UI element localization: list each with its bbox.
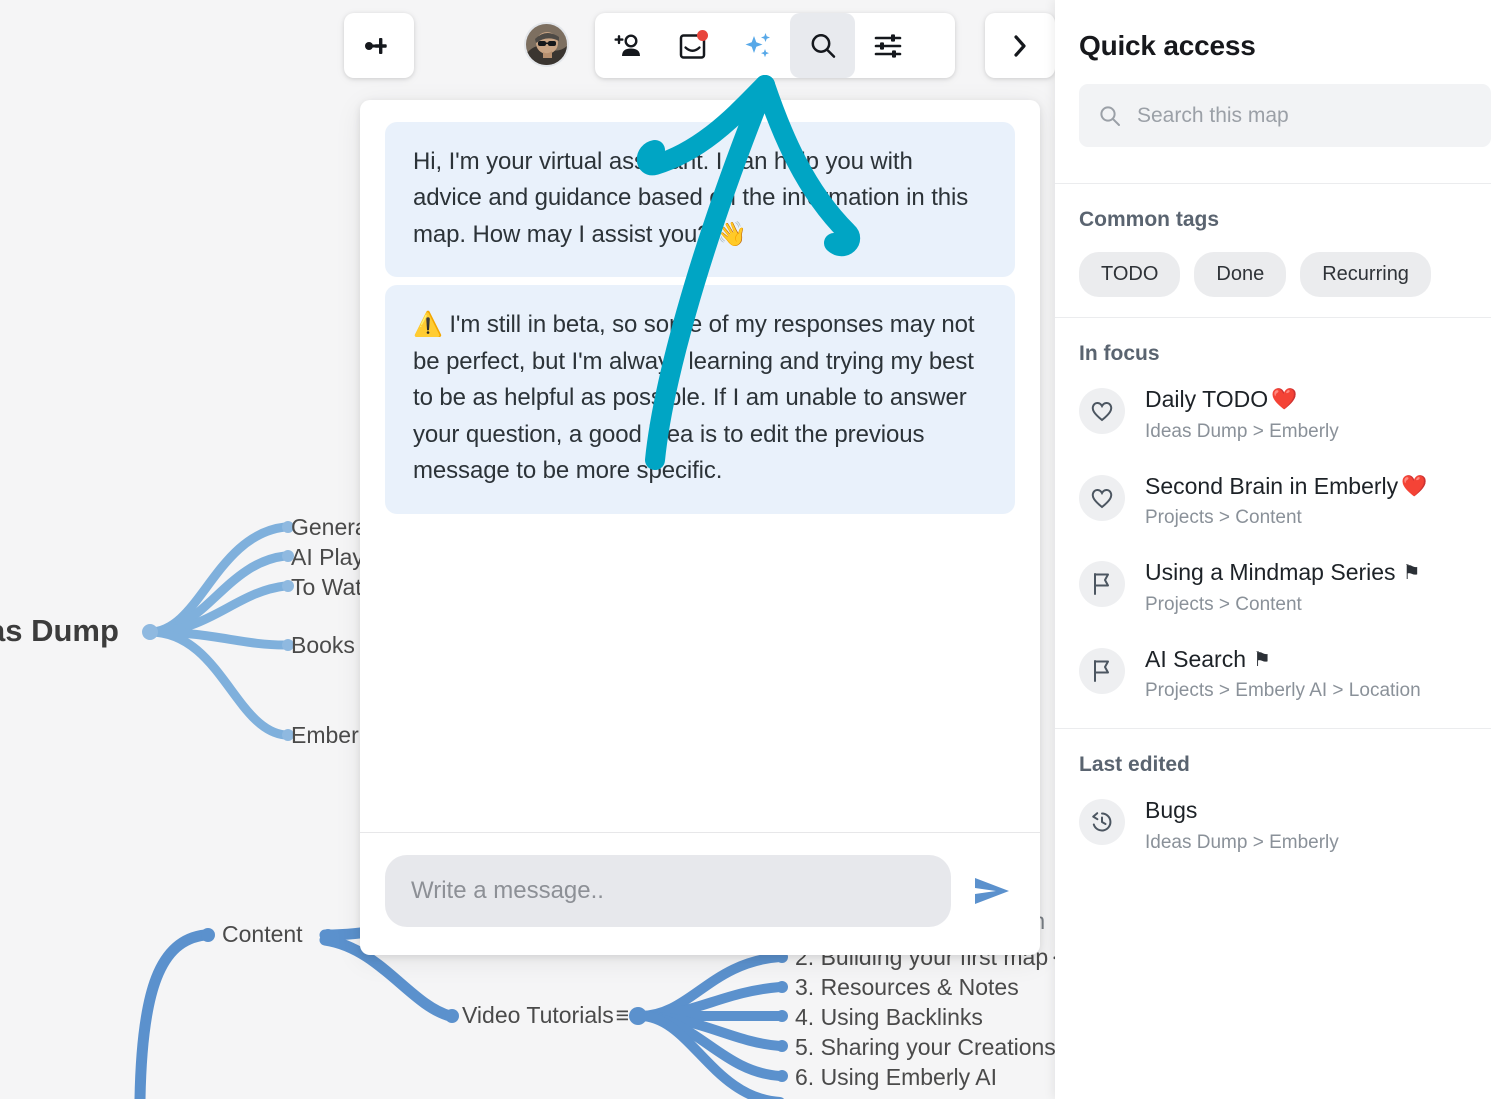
last-edited-item-path: Ideas Dump > Emberly (1145, 831, 1339, 853)
chat-message-greeting: Hi, I'm your virtual assistant. I can he… (385, 122, 1015, 278)
avatar[interactable] (526, 24, 567, 65)
favorite-heart-icon: ❤️ (1271, 388, 1298, 412)
heart-icon (1079, 474, 1125, 521)
list-note-icon: ≡ (615, 1002, 630, 1028)
in-focus-item-title-row: Using a Mindmap Series ⚑ (1145, 559, 1421, 587)
mindmap-node-video-tutorials[interactable]: Video Tutorials≡ (462, 1004, 629, 1027)
in-focus-item-title: Second Brain in Emberly (1145, 472, 1399, 499)
mindmap-node-sharing-creations[interactable]: 5. Sharing your Creations (795, 1036, 1056, 1059)
search-this-map-row[interactable] (1079, 84, 1491, 147)
heart-icon (1079, 388, 1125, 434)
search-icon (1100, 105, 1120, 126)
inbox-button[interactable] (660, 13, 725, 78)
chat-message-input[interactable] (385, 855, 951, 927)
in-focus-item-path: Projects > Content (1145, 593, 1302, 615)
flag-badge-icon: ⚑ (1253, 648, 1271, 671)
history-icon (1079, 799, 1125, 846)
invite-collaborator-button[interactable] (595, 13, 660, 78)
in-focus-item-body: AI Search ⚑ Projects > Emberly AI > Loca… (1145, 646, 1421, 703)
search-button[interactable] (790, 13, 855, 78)
sliders-icon (874, 33, 901, 58)
flag-badge-icon: ⚑ (1402, 561, 1421, 584)
common-tags-list: TODO Done Recurring (1079, 252, 1467, 297)
in-focus-item-path: Projects > Content (1145, 507, 1302, 529)
in-focus-item-ai-search[interactable]: AI Search ⚑ Projects > Emberly AI > Loca… (1079, 646, 1467, 703)
in-focus-item-path: Projects > Emberly AI > Location (1145, 680, 1421, 702)
mindmap-node-resources-notes[interactable]: 3. Resources & Notes (795, 976, 1019, 999)
search-input[interactable] (1135, 102, 1471, 129)
mindmap-node-emberly[interactable]: Ember (291, 724, 359, 747)
main-toolbar (595, 13, 955, 78)
avatar-image (526, 24, 567, 65)
ai-chat-panel: Hi, I'm your virtual assistant. I can he… (360, 100, 1040, 955)
tag-todo[interactable]: TODO (1079, 252, 1181, 297)
chat-message-list: Hi, I'm your virtual assistant. I can he… (360, 100, 1040, 832)
chevron-right-icon (1014, 34, 1026, 57)
inbox-unread-badge (697, 30, 708, 41)
last-edited-section: Last edited Bugs Ideas Dump > Emberly (1055, 728, 1491, 880)
in-focus-item-title: Daily TODO (1145, 386, 1269, 412)
expand-toolbar (985, 13, 1055, 78)
sidebar-title: Quick access (1079, 30, 1256, 61)
tag-done[interactable]: Done (1194, 252, 1287, 297)
in-focus-item-title: AI Search (1145, 645, 1246, 672)
in-focus-item-path: Ideas Dump > Emberly (1145, 420, 1339, 442)
ai-assistant-button[interactable] (725, 13, 790, 78)
expand-panel-button[interactable] (985, 13, 1055, 78)
in-focus-item-title-row: Second Brain in Emberly ❤️ (1145, 473, 1427, 501)
send-message-button[interactable] (969, 868, 1015, 914)
tag-recurring[interactable]: Recurring (1300, 252, 1431, 297)
in-focus-item-title: Using a Mindmap Series (1145, 559, 1396, 586)
mindmap-node-ai-play[interactable]: AI Play (291, 546, 364, 569)
chat-message-beta-notice: ⚠️ I'm still in beta, so some of my resp… (385, 285, 1015, 514)
mindmap-node-books[interactable]: Books (291, 634, 355, 657)
mindmap-node-using-backlinks[interactable]: 4. Using Backlinks (795, 1006, 983, 1029)
in-focus-item-title-row: Daily TODO ❤️ (1145, 386, 1339, 414)
in-focus-item-title-row: AI Search ⚑ (1145, 646, 1421, 674)
last-edited-item-body: Bugs Ideas Dump > Emberly (1145, 797, 1339, 854)
last-edited-item-bugs[interactable]: Bugs Ideas Dump > Emberly (1079, 797, 1467, 854)
favorite-heart-icon: ❤️ (1401, 474, 1428, 498)
sparkles-icon (745, 32, 770, 57)
add-node-toolbar (344, 13, 414, 78)
chat-message-text: Hi, I'm your virtual assistant. I can he… (413, 148, 969, 248)
mindmap-node-content[interactable]: Content (222, 923, 303, 946)
search-icon (811, 33, 835, 58)
add-node-button[interactable] (344, 13, 414, 78)
person-add-icon (614, 33, 640, 56)
in-focus-title: In focus (1079, 342, 1160, 365)
in-focus-item-body: Second Brain in Emberly ❤️ Projects > Co… (1145, 473, 1427, 530)
add-node-icon (365, 37, 387, 54)
video-tutorials-text: Video Tutorials (462, 1002, 614, 1028)
mindmap-node-to-watch[interactable]: To Wat (291, 576, 362, 599)
in-focus-item-mindmap-series[interactable]: Using a Mindmap Series ⚑ Projects > Cont… (1079, 559, 1467, 616)
quick-access-sidebar: Quick access Common tags TODO Done Recur… (1055, 0, 1491, 1099)
in-focus-item-body: Daily TODO ❤️ Ideas Dump > Emberly (1145, 386, 1339, 443)
mindmap-node-general[interactable]: Genera (291, 516, 368, 539)
in-focus-item-body: Using a Mindmap Series ⚑ Projects > Cont… (1145, 559, 1421, 616)
last-edited-title: Last edited (1079, 753, 1190, 777)
last-edited-item-title: Bugs (1145, 797, 1198, 824)
send-icon (975, 878, 1009, 904)
in-focus-item-second-brain[interactable]: Second Brain in Emberly ❤️ Projects > Co… (1079, 473, 1467, 530)
chat-composer (360, 832, 1040, 955)
flag-icon (1079, 561, 1125, 608)
map-settings-button[interactable] (855, 13, 920, 78)
flag-icon (1079, 647, 1125, 694)
mindmap-node-root[interactable]: as Dump (0, 615, 119, 646)
in-focus-section: In focus Daily TODO ❤️ Ideas Dump > Embe… (1055, 317, 1491, 728)
app-window: as Dump Genera AI Play To Wat Books Embe… (0, 0, 1491, 1099)
mindmap-node-using-emberly-ai[interactable]: 6. Using Emberly AI (795, 1066, 997, 1089)
in-focus-item-daily-todo[interactable]: Daily TODO ❤️ Ideas Dump > Emberly (1079, 386, 1467, 443)
common-tags-section: Common tags TODO Done Recurring (1055, 183, 1491, 317)
common-tags-title: Common tags (1079, 208, 1220, 231)
chat-message-text: ⚠️ I'm still in beta, so some of my resp… (413, 311, 975, 485)
